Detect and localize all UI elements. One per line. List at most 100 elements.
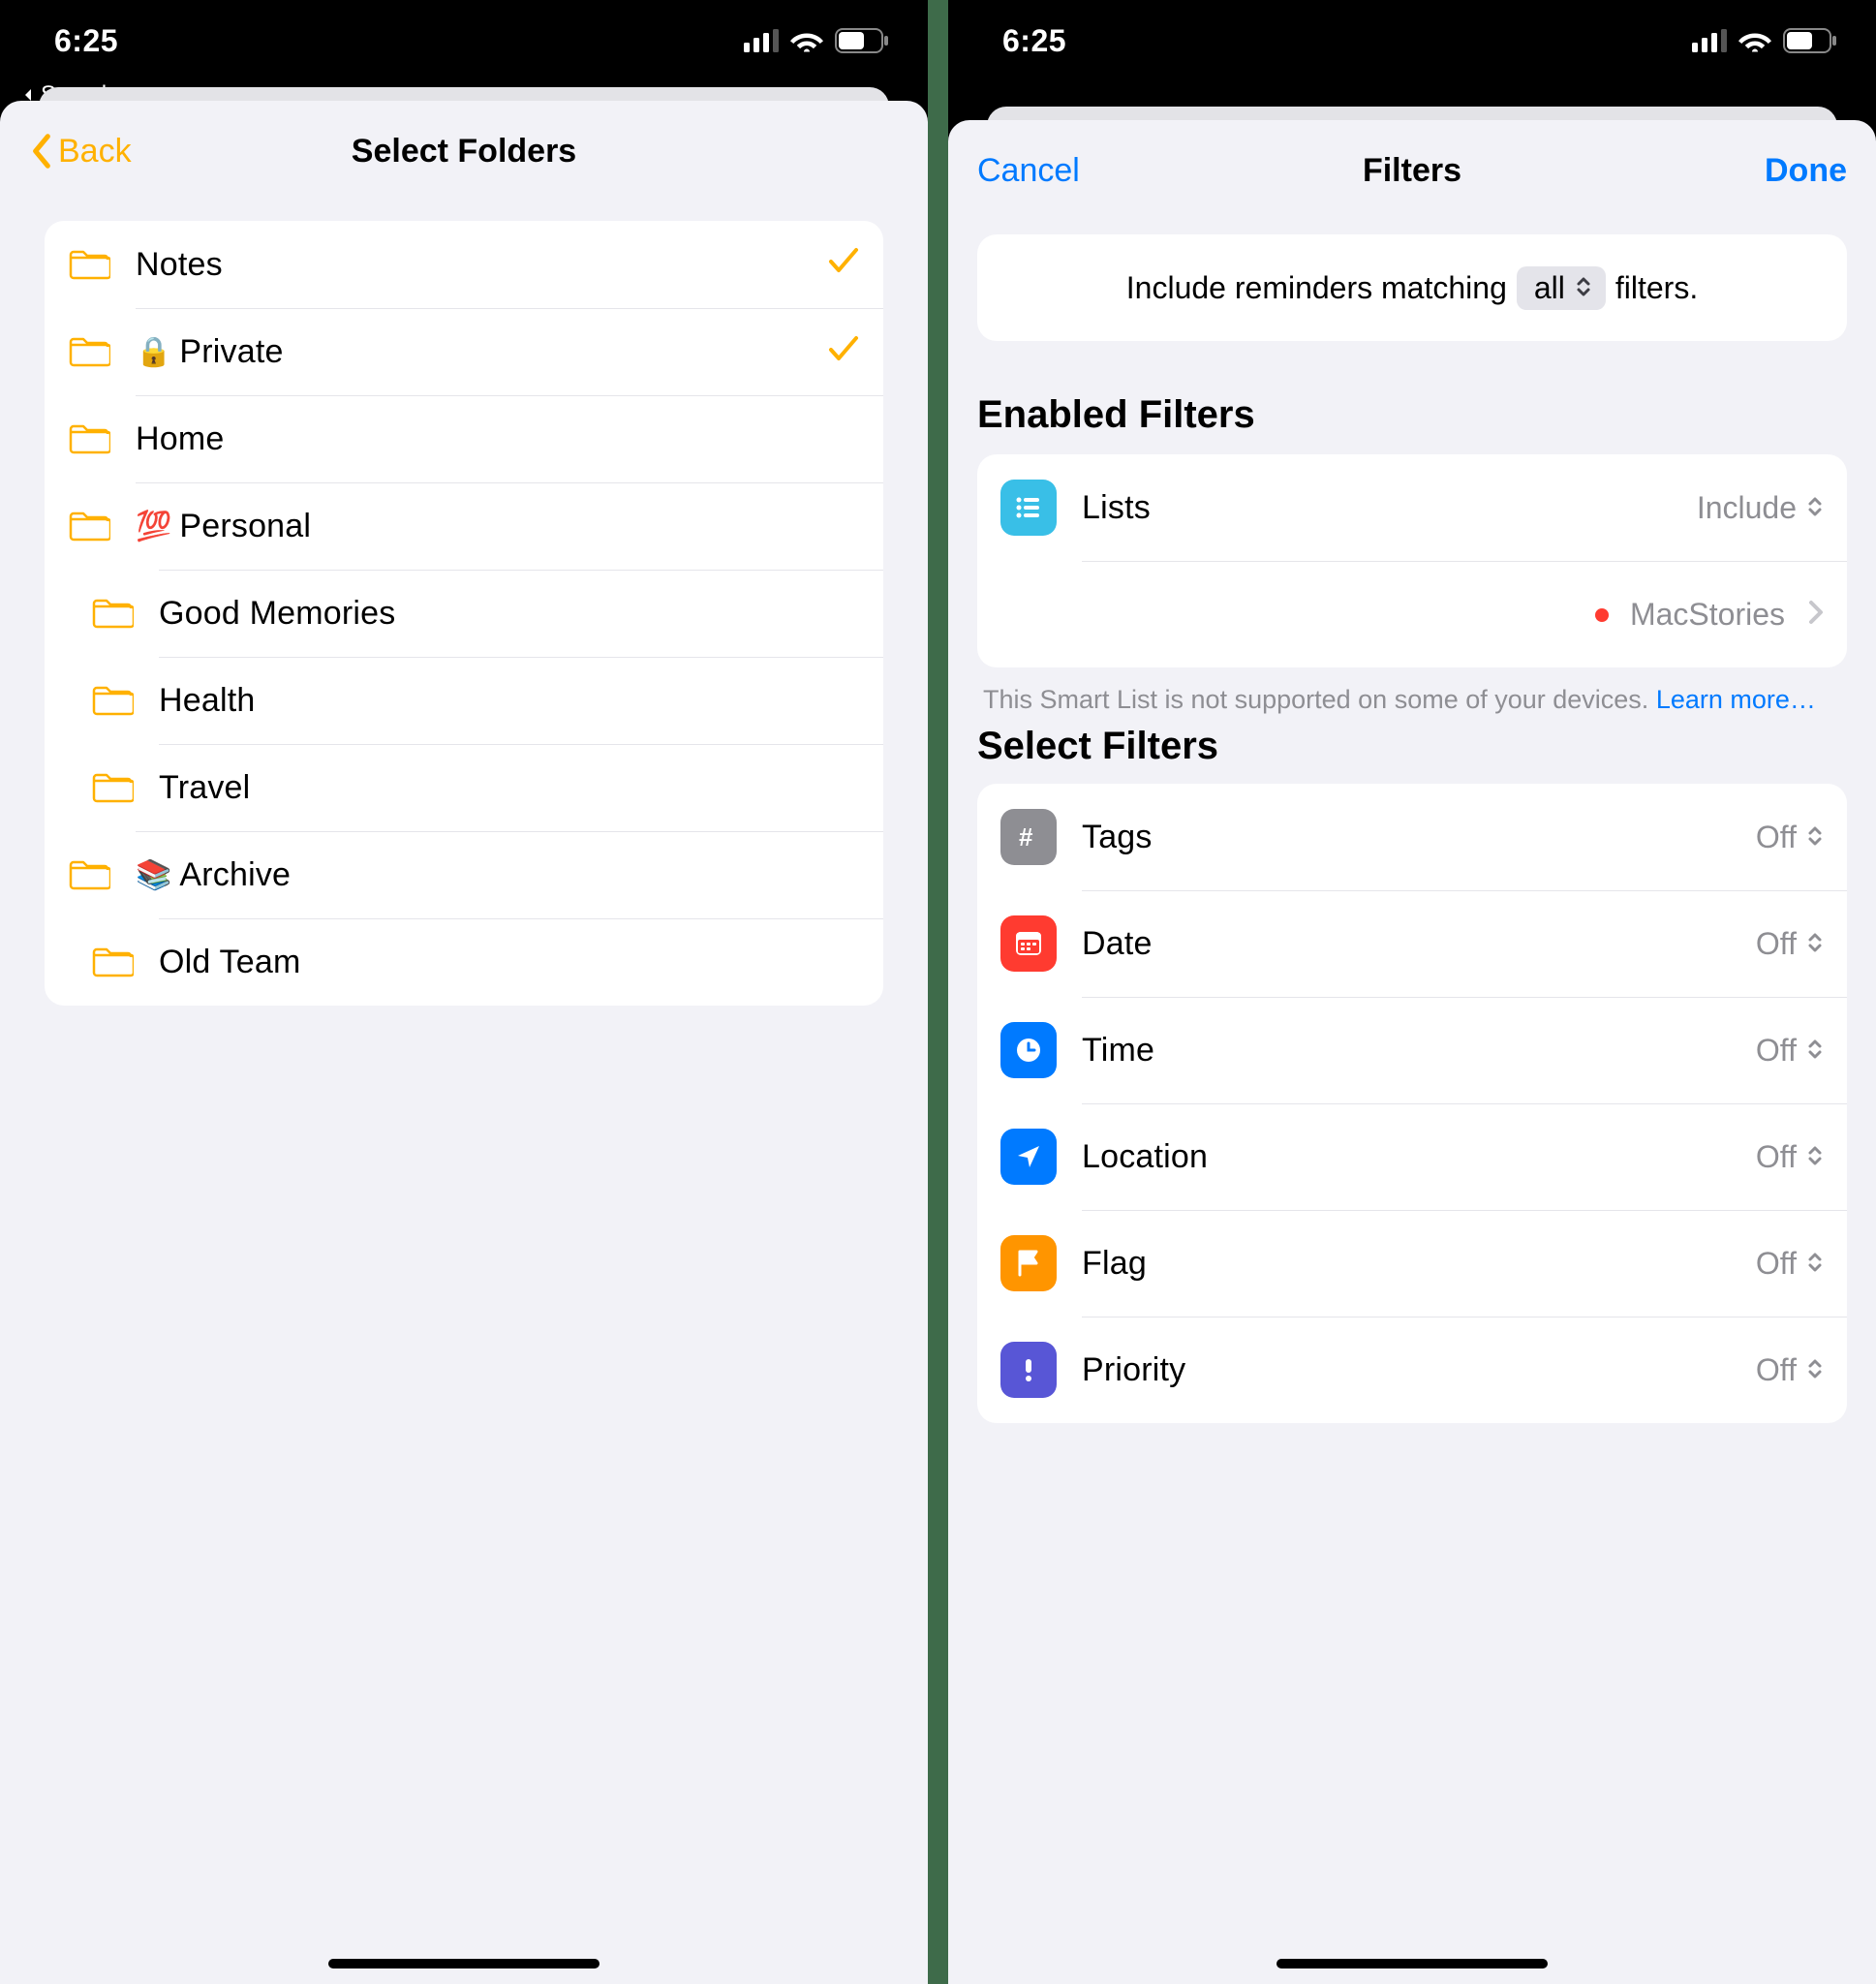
- navbar-title: Filters: [948, 152, 1876, 190]
- cancel-button[interactable]: Cancel: [977, 152, 1080, 190]
- folder-label: Travel: [159, 769, 250, 807]
- folder-label: Private: [179, 333, 283, 371]
- battery-icon: [1783, 28, 1837, 53]
- filter-location-label: Location: [1082, 1138, 1208, 1176]
- filter-priority-row[interactable]: Priority Off: [977, 1317, 1847, 1423]
- filter-time-value: Off: [1756, 1033, 1797, 1069]
- folder-row[interactable]: Notes: [45, 221, 883, 308]
- folder-row[interactable]: 📚Archive: [45, 831, 883, 918]
- folder-label: Notes: [136, 246, 223, 284]
- date-icon: [1000, 915, 1057, 972]
- navbar-title: Select Folders: [0, 133, 928, 170]
- status-icons: [744, 28, 889, 53]
- filter-flag-row[interactable]: FlagOff: [977, 1210, 1847, 1317]
- folder-row[interactable]: Good Memories: [45, 570, 883, 657]
- filter-time-row[interactable]: Time Off: [977, 997, 1847, 1103]
- filter-lists-label: Lists: [1082, 489, 1151, 527]
- cancel-label: Cancel: [977, 152, 1080, 190]
- filter-lists-row[interactable]: Lists Include: [977, 454, 1847, 561]
- filter-lists-subrow[interactable]: MacStories: [977, 561, 1847, 667]
- cellular-icon: [744, 29, 779, 52]
- folder-icon: [89, 768, 136, 807]
- svg-text:#: #: [1019, 822, 1033, 852]
- sheet: Back Select Folders Notes 🔒Private Home 💯Pe…: [0, 101, 928, 1984]
- filter-tags-row[interactable]: #TagsOff: [977, 784, 1847, 890]
- checkmark-icon: [827, 332, 860, 373]
- filter-time-label: Time: [1082, 1032, 1154, 1070]
- footnote-text: This Smart List is not supported on some…: [983, 685, 1656, 714]
- chevron-left-icon: [29, 133, 54, 170]
- filter-location-value: Off: [1756, 1139, 1797, 1175]
- enabled-filters-card: Lists Include: [977, 454, 1847, 667]
- folder-label: Personal: [179, 508, 311, 545]
- location-icon: [1000, 1129, 1057, 1185]
- cellular-icon: [1692, 29, 1727, 52]
- folder-label: Good Memories: [159, 595, 395, 633]
- battery-icon: [835, 28, 889, 53]
- folder-emoji: 🔒: [136, 335, 171, 369]
- folder-label: Home: [136, 420, 225, 458]
- navbar: Back Select Folders: [0, 101, 928, 202]
- updown-icon: [1806, 820, 1824, 855]
- done-label: Done: [1765, 152, 1847, 190]
- filter-location-row[interactable]: Location Off: [977, 1103, 1847, 1210]
- folder-emoji: 📚: [136, 858, 171, 892]
- status-time: 6:25: [54, 23, 118, 59]
- filter-lists-value: Include: [1697, 490, 1797, 526]
- updown-icon: [1806, 1139, 1824, 1175]
- wifi-icon: [1738, 29, 1771, 52]
- home-indicator[interactable]: [1276, 1959, 1548, 1968]
- footnote: This Smart List is not supported on some…: [983, 683, 1841, 717]
- filter-date-row[interactable]: DateOff: [977, 890, 1847, 997]
- match-mode-post: filters.: [1615, 270, 1698, 306]
- updown-icon: [1806, 490, 1824, 526]
- phone-reminders: 6:25 Cancel Filters Done: [948, 0, 1876, 1984]
- back-label: Back: [58, 133, 132, 170]
- folder-row[interactable]: Travel: [45, 744, 883, 831]
- folder-row[interactable]: Health: [45, 657, 883, 744]
- status-bar: 6:25: [0, 0, 928, 81]
- navbar: Cancel Filters Done: [948, 120, 1876, 221]
- sheet: Cancel Filters Done Include reminders ma…: [948, 120, 1876, 1984]
- match-mode-pre: Include reminders matching: [1126, 270, 1507, 306]
- folder-icon: [89, 681, 136, 720]
- filter-priority-value: Off: [1756, 1352, 1797, 1388]
- done-button[interactable]: Done: [1765, 152, 1847, 190]
- filter-priority-label: Priority: [1082, 1351, 1185, 1389]
- folder-row[interactable]: 🔒Private: [45, 308, 883, 395]
- folder-label: Health: [159, 682, 255, 720]
- match-mode-value: all: [1534, 270, 1565, 306]
- folder-icon: [66, 855, 112, 894]
- back-button[interactable]: Back: [29, 133, 132, 170]
- phone-notes: 6:25 Search Back Select Folders: [0, 0, 928, 1984]
- filter-flag-value: Off: [1756, 1246, 1797, 1282]
- lists-icon: [1000, 480, 1057, 536]
- folder-icon: [66, 245, 112, 284]
- folder-icon: [89, 594, 136, 633]
- folder-icon: [89, 943, 136, 981]
- status-icons: [1692, 28, 1837, 53]
- status-time: 6:25: [1002, 23, 1066, 59]
- home-indicator[interactable]: [328, 1959, 600, 1968]
- section-select-filters: Select Filters: [977, 725, 1847, 768]
- match-mode-selector[interactable]: all: [1517, 266, 1606, 310]
- folder-emoji: 💯: [136, 510, 171, 543]
- filter-tags-label: Tags: [1082, 819, 1153, 856]
- updown-icon: [1806, 926, 1824, 962]
- folder-icon: [66, 332, 112, 371]
- checkmark-icon: [827, 244, 860, 285]
- learn-more-link[interactable]: Learn more…: [1656, 685, 1816, 714]
- match-mode-bar: Include reminders matching all filters.: [977, 234, 1847, 341]
- folder-label: Archive: [179, 856, 291, 894]
- wifi-icon: [790, 29, 823, 52]
- list-color-dot: [1595, 608, 1609, 622]
- updown-icon: [1806, 1033, 1824, 1069]
- updown-icon: [1806, 1246, 1824, 1282]
- folder-row[interactable]: 💯Personal: [45, 482, 883, 570]
- status-bar: 6:25: [948, 0, 1876, 81]
- select-filters-card: #TagsOffDateOffTimeOffLocationOffFlagOff…: [977, 784, 1847, 1423]
- folder-row[interactable]: Home: [45, 395, 883, 482]
- folder-row[interactable]: Old Team: [45, 918, 883, 1006]
- filter-date-value: Off: [1756, 926, 1797, 962]
- folder-list: Notes 🔒Private Home 💯Personal Good Memories H…: [45, 221, 883, 1006]
